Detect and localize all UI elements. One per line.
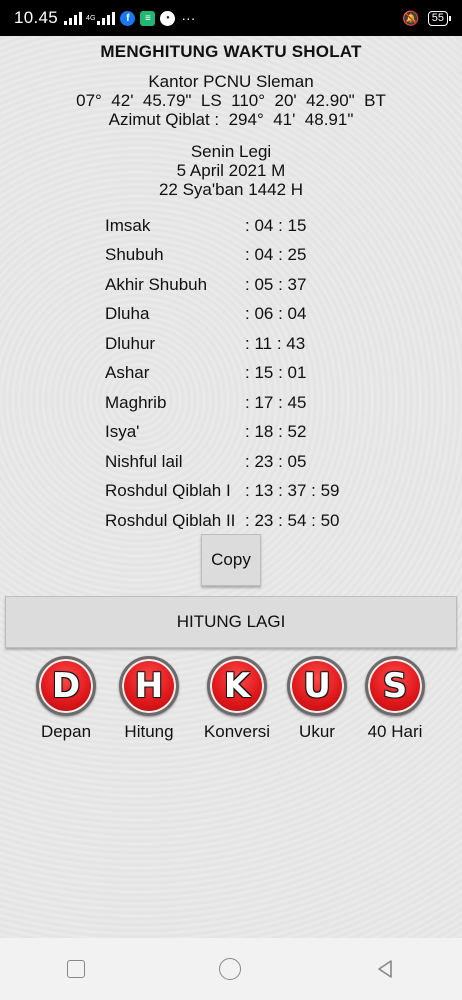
prayer-label: Akhir Shubuh: [105, 274, 208, 294]
location-name: Kantor PCNU Sleman: [148, 72, 314, 91]
prayer-value: : 23 : 05: [245, 451, 307, 471]
bottom-nav-icons: D Depan H Hitung K Konversi U Ukur S 40 …: [0, 656, 462, 756]
signal-icon: [64, 11, 83, 25]
date-block: Senin Legi 5 April 2021 M 22 Sya'ban 144…: [0, 142, 462, 199]
qibla-azimuth: Azimut Qiblat : 294° 41' 48.91": [108, 110, 354, 129]
prayer-label: Maghrib: [105, 392, 167, 412]
prayer-value: : 17 : 45: [245, 392, 307, 412]
prayer-value: : 13 : 37 : 59: [245, 481, 340, 501]
prayer-time-row: Nishful lail : 23 : 05: [105, 447, 405, 477]
system-navigation-bar: [0, 938, 462, 1000]
page-title: MENGHITUNG WAKTU SHOLAT: [100, 42, 362, 61]
prayer-label: Dluhur: [105, 333, 156, 353]
prayer-time-row: Dluhur : 11 : 43: [105, 329, 405, 359]
location-coordinates: 07° 42' 45.79" LS 110° 20' 42.90" BT: [76, 91, 386, 110]
prayer-time-row: Shubuh : 04 : 25: [105, 241, 405, 271]
copy-button[interactable]: Copy: [201, 534, 261, 586]
prayer-label: Roshdul Qiblah II: [105, 510, 236, 530]
nav-item-40-hari[interactable]: S 40 Hari: [350, 656, 440, 742]
prayer-time-row: Maghrib : 17 : 45: [105, 388, 405, 418]
konversi-icon[interactable]: K: [207, 656, 267, 716]
location-block: Kantor PCNU Sleman 07° 42' 45.79" LS 110…: [0, 72, 462, 129]
nav-letter: H: [134, 666, 164, 706]
prayer-label: Ashar: [105, 363, 150, 383]
prayer-label: Nishful lail: [105, 451, 183, 471]
prayer-label: Dluha: [105, 304, 150, 324]
prayer-times-list: Imsak : 04 : 15 Shubuh : 04 : 25 Akhir Shu…: [105, 211, 405, 536]
nav-item-depan[interactable]: D Depan: [21, 656, 111, 742]
prayer-time-row: Roshdul Qiblah I : 13 : 37 : 59: [105, 477, 405, 507]
hitung-lagi-button[interactable]: HITUNG LAGI: [5, 596, 457, 648]
more-notifications-icon: ···: [181, 10, 196, 26]
prayer-value: : 04 : 15: [245, 215, 307, 235]
prayer-time-row: Roshdul Qiblah II : 23 : 54 : 50: [105, 506, 405, 536]
nav-label: Depan: [40, 722, 92, 741]
nav-item-konversi[interactable]: K Konversi: [192, 656, 282, 742]
prayer-value: : 06 : 04: [245, 304, 307, 324]
prayer-value: : 18 : 52: [245, 422, 307, 442]
nav-letter: S: [382, 666, 408, 706]
signal-2-icon: [97, 11, 116, 25]
nav-item-ukur[interactable]: U Ukur: [272, 656, 362, 742]
back-icon[interactable]: [375, 959, 395, 979]
prayer-value: : 04 : 25: [245, 245, 307, 265]
prayer-time-row: Isya' : 18 : 52: [105, 418, 405, 448]
nav-item-hitung[interactable]: H Hitung: [104, 656, 194, 742]
hijri-date: 22 Sya'ban 1442 H: [158, 180, 304, 199]
app-notification-2-icon: ●: [160, 10, 176, 26]
prayer-label: Shubuh: [105, 245, 164, 265]
nav-letter: K: [223, 666, 251, 706]
vibrate-mute-icon: 🔕: [402, 9, 420, 26]
prayer-label: Isya': [105, 422, 140, 442]
depan-icon[interactable]: D: [36, 656, 96, 716]
javanese-day: Senin Legi: [190, 142, 272, 161]
prayer-time-row: Imsak : 04 : 15: [105, 211, 405, 241]
prayer-time-row: Ashar : 15 : 01: [105, 359, 405, 389]
nav-label: 40 Hari: [367, 722, 423, 741]
nav-letter: U: [303, 666, 331, 706]
network-type-label: 4G: [86, 14, 96, 22]
battery-icon: 55: [427, 10, 452, 26]
nav-label: Hitung: [124, 722, 174, 741]
facebook-icon: f: [120, 10, 136, 26]
app-notification-icon: ≡: [140, 10, 156, 26]
40-hari-icon[interactable]: S: [365, 656, 425, 716]
home-icon[interactable]: [219, 958, 241, 980]
status-time: 10.45: [14, 8, 59, 27]
prayer-label: Roshdul Qiblah I: [105, 481, 231, 501]
gregorian-date: 5 April 2021 M: [176, 161, 286, 180]
nav-letter: D: [51, 666, 81, 706]
main-content: MENGHITUNG WAKTU SHOLAT Kantor PCNU Slem…: [0, 36, 462, 199]
status-bar: 10.45 4G f ≡ ● ··· 🔕 55: [0, 0, 462, 36]
prayer-value: : 05 : 37: [245, 274, 307, 294]
recent-apps-icon[interactable]: [67, 960, 85, 978]
prayer-value: : 23 : 54 : 50: [245, 510, 340, 530]
prayer-time-row: Dluha : 06 : 04: [105, 300, 405, 330]
prayer-label: Imsak: [105, 215, 151, 235]
ukur-icon[interactable]: U: [287, 656, 347, 716]
prayer-value: : 15 : 01: [245, 363, 307, 383]
hitung-icon[interactable]: H: [119, 656, 179, 716]
nav-label: Konversi: [203, 722, 271, 741]
nav-label: Ukur: [299, 722, 335, 741]
prayer-value: : 11 : 43: [245, 333, 306, 353]
prayer-time-row: Akhir Shubuh : 05 : 37: [105, 270, 405, 300]
